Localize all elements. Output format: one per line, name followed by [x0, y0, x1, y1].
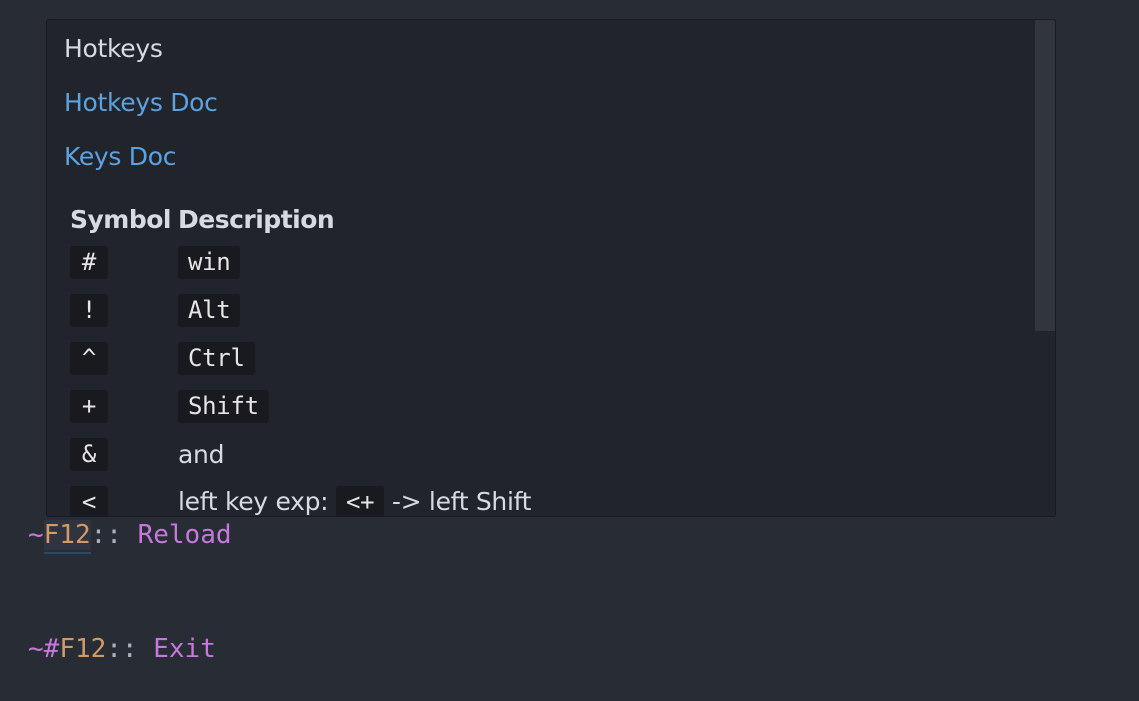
hotkey-prefix: ~#: [28, 634, 60, 664]
code-line[interactable]: ~#F12:: Exit: [28, 634, 216, 664]
hover-popup: Hotkeys Hotkeys Doc Keys Doc Symbol Desc…: [46, 19, 1056, 517]
symbol-code: <: [70, 485, 108, 516]
description-code: Alt: [178, 293, 241, 327]
description-code: <+: [335, 485, 385, 516]
hotkey-key[interactable]: F12: [43, 520, 91, 550]
scrollbar-thumb[interactable]: [1035, 20, 1055, 331]
table-row: # win: [68, 238, 535, 286]
table-row: & and: [68, 430, 535, 478]
description-text: and: [178, 439, 225, 469]
description-code: Ctrl: [178, 341, 255, 375]
hotkey-separator: ::: [106, 634, 138, 664]
symbol-code: #: [70, 245, 108, 279]
symbol-code: ^: [70, 341, 108, 375]
hotkey-action: Exit: [153, 634, 216, 664]
table-row: ^ Ctrl: [68, 334, 535, 382]
table-row: < left key exp: <+ -> left Shift: [68, 478, 535, 516]
symbol-code: &: [70, 437, 108, 471]
symbol-header: Symbol: [70, 204, 172, 234]
popup-scrollbar[interactable]: [1035, 20, 1055, 516]
table-header-row: Symbol Description: [68, 200, 535, 238]
popup-title: Hotkeys: [64, 34, 163, 63]
hotkey-key[interactable]: F12: [59, 634, 106, 664]
hotkey-prefix: ~: [28, 520, 44, 550]
description-prefix: left key exp:: [178, 486, 329, 516]
symbol-code: !: [70, 293, 108, 327]
code-line[interactable]: ~F12:: Reload: [28, 520, 232, 550]
description-suffix: -> left Shift: [391, 486, 532, 516]
popup-content: Hotkeys Hotkeys Doc Keys Doc Symbol Desc…: [47, 20, 1035, 516]
description-code: win: [178, 245, 241, 279]
hotkeys-doc-link[interactable]: Hotkeys Doc: [64, 88, 218, 117]
hotkey-separator: ::: [90, 520, 122, 550]
description-code: Shift: [178, 389, 269, 423]
table-row: ! Alt: [68, 286, 535, 334]
description-header: Description: [178, 204, 335, 234]
table-row: + Shift: [68, 382, 535, 430]
hotkey-action: Reload: [137, 520, 232, 550]
symbol-table: Symbol Description # win ! Alt ^ Ctrl + …: [68, 200, 535, 516]
keys-doc-link[interactable]: Keys Doc: [64, 142, 176, 171]
editor[interactable]: Hotkeys Hotkeys Doc Keys Doc Symbol Desc…: [0, 0, 1139, 701]
symbol-code: +: [70, 389, 108, 423]
